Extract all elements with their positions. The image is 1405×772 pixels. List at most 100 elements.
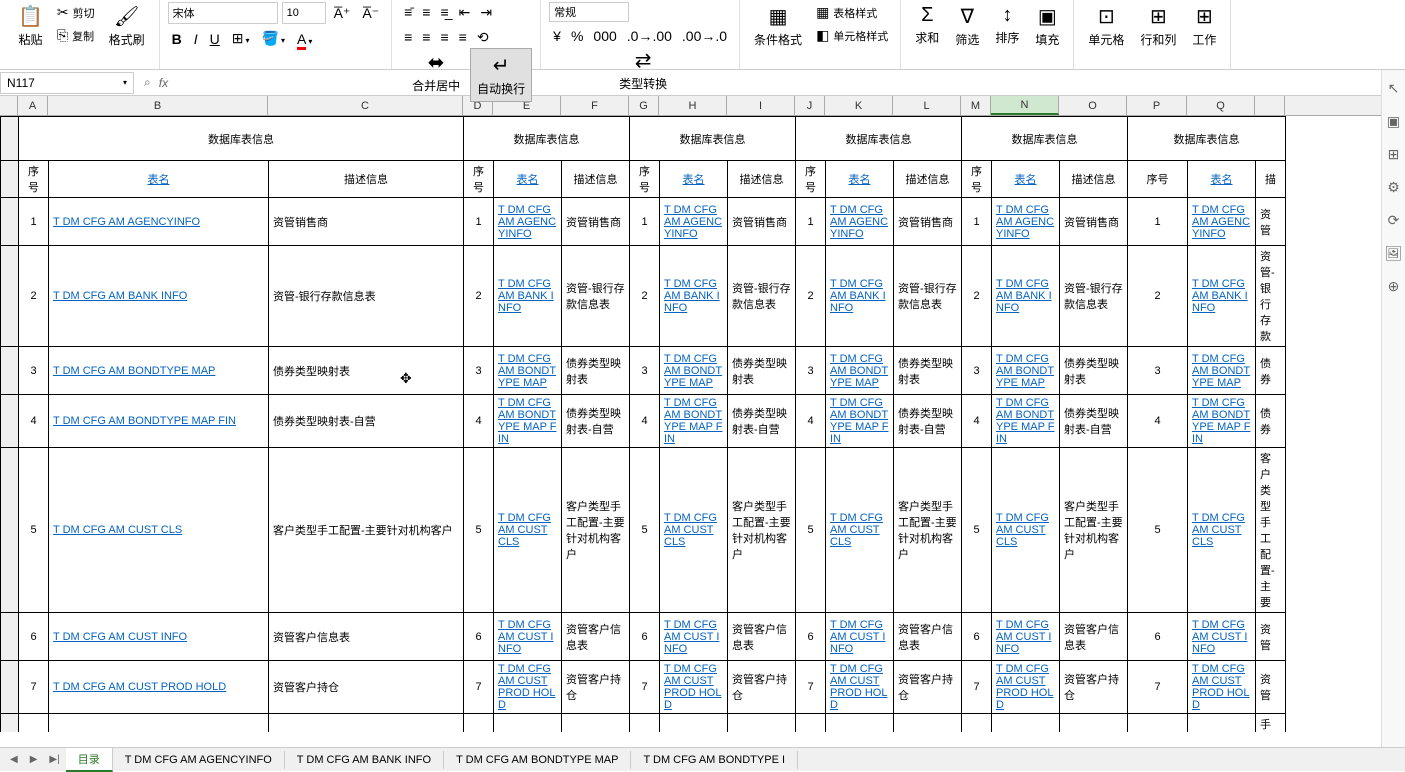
borders-button[interactable]: ⊞▾	[228, 28, 254, 49]
table-row[interactable]: 2T DM CFG AM BANK INFO资管-银行存款信息表2T DM CF…	[1, 246, 1286, 347]
table-name-link[interactable]: T DM CFG AM CUST PROD HOLD	[660, 661, 728, 714]
table-name-link[interactable]: T DM CFG AM CUST CLS	[826, 448, 894, 613]
tab-item[interactable]: T DM CFG AM BONDTYPE I	[631, 751, 798, 769]
row-header[interactable]	[1, 448, 19, 613]
name-box[interactable]: N117 ▾	[0, 72, 134, 94]
percent-button[interactable]: %	[567, 26, 587, 46]
font-size-combo[interactable]	[282, 2, 326, 24]
align-left-button[interactable]: ≡	[400, 27, 416, 48]
table-style-button[interactable]: ▦表格样式	[812, 2, 892, 23]
decrease-indent-button[interactable]: ⇤	[455, 2, 475, 23]
table-name-link[interactable]: T DM CFG AM BONDTYPE MAP FIN	[49, 395, 269, 448]
col-header-b[interactable]: B	[48, 96, 268, 115]
table-row[interactable]: 4T DM CFG AM BONDTYPE MAP FIN债券类型映射表-自营4…	[1, 395, 1286, 448]
table-name-link[interactable]: T DM CFG AM CUST CLS	[992, 448, 1060, 613]
tab-nav-first[interactable]: ◀	[4, 754, 24, 765]
table-name-link[interactable]: T DM CFG AM BONDTYPE MAP FIN	[660, 395, 728, 448]
tab-nav-last[interactable]: ▶|	[43, 754, 65, 765]
chevron-down-icon[interactable]: ▾	[123, 78, 127, 87]
table-name-link[interactable]: T DM CFG AM BANK INFO	[494, 246, 562, 347]
table-name-link[interactable]: T DM CFG AM LITIGAREL SITU	[660, 714, 728, 733]
section-header[interactable]: 数据库表信息	[796, 117, 962, 161]
table-name-link[interactable]: T DM CFG AM CUST CLS	[1188, 448, 1256, 613]
table-name-link[interactable]: T DM CFG AM BONDTYPE MAP	[49, 347, 269, 395]
section-header[interactable]: 数据库表信息	[962, 117, 1128, 161]
underline-button[interactable]: U	[206, 29, 224, 49]
panel-icon[interactable]: ▣	[1387, 113, 1400, 130]
formula-input[interactable]	[176, 73, 1395, 93]
font-color-button[interactable]: A▾	[293, 29, 316, 49]
format-painter-button[interactable]: 🖌 格式刷	[103, 2, 151, 50]
header-tablename[interactable]: 表名	[49, 161, 269, 198]
fill-color-button[interactable]: 🪣▾	[258, 28, 289, 49]
row-header[interactable]	[1, 161, 19, 198]
col-header-f[interactable]: F	[561, 96, 629, 115]
table-row[interactable]: 7T DM CFG AM CUST PROD HOLD资管客户持仓7T DM C…	[1, 661, 1286, 714]
align-right-button[interactable]: ≡	[436, 27, 452, 48]
number-format-combo[interactable]	[549, 2, 629, 22]
table-name-link[interactable]: T DM CFG AM BANK INFO	[660, 246, 728, 347]
increase-decimal-button[interactable]: .0→.00	[623, 26, 676, 46]
table-name-link[interactable]: T DM CFG AM BONDTYPE MAP FIN	[826, 395, 894, 448]
table-name-link[interactable]: T DM CFG AM CUST PROD HOLD	[494, 661, 562, 714]
table-name-link[interactable]: T DM CFG AM BANK INFO	[49, 246, 269, 347]
align-bottom-button[interactable]: ≡̲	[436, 2, 452, 23]
cell-button[interactable]: ⊡单元格	[1082, 2, 1130, 50]
table-name-link[interactable]: T DM CFG AM BONDTYPE MAP FIN	[992, 395, 1060, 448]
table-name-link[interactable]: T DM CFG AM CUST CLS	[660, 448, 728, 613]
col-header-a[interactable]: A	[18, 96, 48, 115]
col-header-k[interactable]: K	[825, 96, 893, 115]
header-desc[interactable]: 描述信息	[269, 161, 464, 198]
table-name-link[interactable]: T DM CFG AM BONDTYPE MAP	[494, 347, 562, 395]
section-header[interactable]: 数据库表信息	[630, 117, 796, 161]
properties-icon[interactable]: ⊞	[1388, 146, 1400, 163]
table-name-link[interactable]: T DM CFG AM BONDTYPE MAP	[992, 347, 1060, 395]
col-header-n[interactable]: N	[991, 96, 1059, 115]
table-name-link[interactable]: T DM CFG AM BONDTYPE MAP	[826, 347, 894, 395]
align-center-button[interactable]: ≡	[418, 27, 434, 48]
table-name-link[interactable]: T DM CFG AM BONDTYPE MAP	[660, 347, 728, 395]
row-header[interactable]	[1, 117, 19, 161]
col-header-q[interactable]: Q	[1187, 96, 1255, 115]
search-icon[interactable]: ⌕	[144, 75, 151, 90]
filter-button[interactable]: ∇筛选	[949, 2, 985, 50]
table-row[interactable]: 6T DM CFG AM CUST INFO资管客户信息表6T DM CFG A…	[1, 613, 1286, 661]
table-name-link[interactable]: T DM CFG AM CUST INFO	[49, 613, 269, 661]
table-name-link[interactable]: T DM CFG AM AGENCYINFO	[660, 198, 728, 246]
increase-indent-button[interactable]: ⇥	[476, 2, 496, 23]
row-header[interactable]	[1, 198, 19, 246]
col-header-m[interactable]: M	[961, 96, 991, 115]
worksheet-button[interactable]: ⊞工作	[1186, 2, 1222, 50]
grid-body[interactable]: 数据库表信息 数据库表信息 数据库表信息 数据库表信息 数据库表信息 数据库表信…	[0, 116, 1405, 732]
image-icon[interactable]: 🖼	[1385, 245, 1403, 262]
header-num[interactable]: 序号	[19, 161, 49, 198]
decrease-font-button[interactable]: A̅⁻	[358, 3, 383, 24]
table-row[interactable]: 5T DM CFG AM CUST CLS客户类型手工配置-主要针对机构客户5T…	[1, 448, 1286, 613]
tab-item[interactable]: T DM CFG AM AGENCYINFO	[113, 751, 285, 769]
table-name-link[interactable]: T DM CFG AM CUST PROD HOLD	[992, 661, 1060, 714]
table-name-link[interactable]: T DM CFG AM AGENCYINFO	[1188, 198, 1256, 246]
table-name-link[interactable]: T DM CFG AM AGENCYINFO	[992, 198, 1060, 246]
table-name-link[interactable]: T DM CFG AM CUST PROD HOLD	[826, 661, 894, 714]
comma-button[interactable]: 000	[589, 26, 620, 46]
rowcol-button[interactable]: ⊞行和列	[1134, 2, 1182, 50]
align-justify-button[interactable]: ≡	[455, 27, 471, 48]
decrease-decimal-button[interactable]: .00→.0	[678, 26, 731, 46]
table-name-link[interactable]: T DM CFG AM CUST INFO	[494, 613, 562, 661]
table-name-link[interactable]: T DM CFG AM CUST INFO	[1188, 613, 1256, 661]
table-name-link[interactable]: T DM CFG AM CUST PROD HOLD	[1188, 661, 1256, 714]
merge-center-button[interactable]: ⬌ 合并居中	[406, 48, 466, 96]
table-name-link[interactable]: T DM CFG AM CUST PROD HOLD	[49, 661, 269, 714]
tab-active[interactable]: 目录	[66, 748, 113, 772]
tab-item[interactable]: T DM CFG AM BONDTYPE MAP	[444, 751, 631, 769]
increase-font-button[interactable]: A̅⁺	[330, 3, 355, 24]
col-header-i[interactable]: I	[727, 96, 795, 115]
col-header-p[interactable]: P	[1127, 96, 1187, 115]
fill-button[interactable]: ▣填充	[1029, 2, 1065, 50]
row-header[interactable]	[1, 613, 19, 661]
table-name-link[interactable]: T DM CFG AM LITIGAREL SITU	[992, 714, 1060, 733]
fx-icon[interactable]: fx	[159, 76, 168, 90]
row-header[interactable]	[1, 714, 19, 733]
type-convert-button[interactable]: ⇄ 类型转换	[555, 46, 731, 94]
table-row[interactable]: 8T DM CFG AM LITIGAREL SITU手工-资管-涉诉情况表8T…	[1, 714, 1286, 733]
